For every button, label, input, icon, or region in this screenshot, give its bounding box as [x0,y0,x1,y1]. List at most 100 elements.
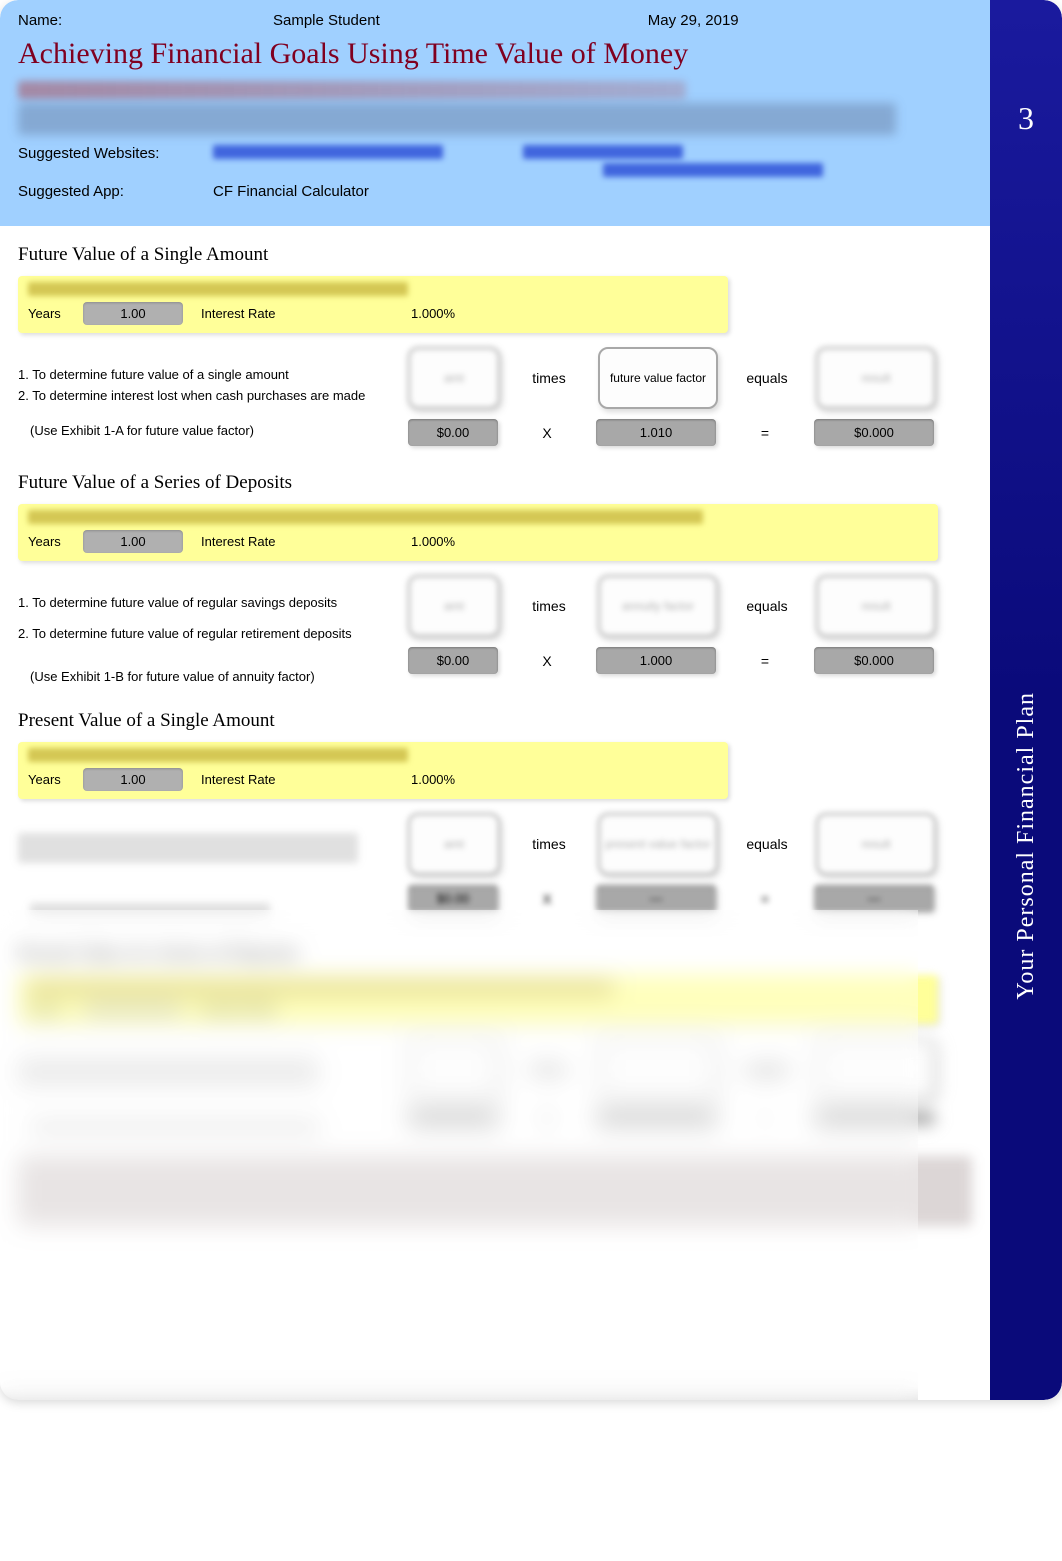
box-blurred [598,1038,718,1100]
result-box-blurred: result [816,575,936,637]
rate-label-blurred: Interest Rate [201,1001,311,1016]
calc-grid: amt times future value factor equals res… [408,347,972,446]
website-link-blurred[interactable] [523,145,683,159]
multiply-op: X [522,653,572,669]
strip-instruction-blurred [28,981,613,995]
times-label: times [524,598,574,614]
result-box-blurred: result [816,813,936,875]
amount-box-blurred: amt [408,575,500,637]
note-item: 2. To determine interest lost when cash … [18,388,388,403]
equals-label: equals [742,370,792,386]
bottom-shadow [0,1386,918,1400]
page-number: 3 [1018,100,1034,137]
rate-value: 1.000% [411,534,455,549]
calc-header-row: amt times present value factor equals re… [408,813,972,875]
section-fv-single: Future Value of a Single Amount Years 1.… [0,226,990,454]
amount-box-blurred: amt [408,813,500,875]
years-label: Years [28,772,83,787]
multiply-op: X [522,891,572,907]
amount-field[interactable]: $0.00 [408,647,498,674]
note-item: 1. To determine future value of a single… [18,367,388,382]
op-blurred: X [522,1110,572,1126]
op-blurred: equals [742,1061,792,1077]
equals-label: equals [742,836,792,852]
calc-grid: amt times present value factor equals re… [408,813,972,912]
input-strip: Years 1.00 Interest Rate 1.000% [18,276,728,333]
factor-field[interactable]: 1.000 [596,647,716,674]
suggested-app-row: Suggested App: CF Financial Calculator [18,183,972,200]
sidebar: 3 Your Personal Financial Plan [990,0,1062,1400]
factor-field-blurred: — [596,885,716,912]
section-title: Future Value of a Single Amount [18,244,972,266]
years-input[interactable]: 1.00 [83,530,183,553]
multiply-op: X [522,425,572,441]
exhibit-blurred [30,903,270,917]
equals-op: = [740,891,790,907]
sidebar-title: Your Personal Financial Plan [1013,692,1040,1000]
exhibit-note: (Use Exhibit 1-A for future value factor… [30,423,388,438]
years-label-blurred: Years [28,1001,83,1016]
field-blurred [814,1112,934,1124]
equals-label: equals [742,598,792,614]
years-label: Years [28,306,83,321]
strip-instruction-blurred [28,748,408,762]
suggested-websites-label: Suggested Websites: [18,145,213,162]
calc-header-row: amt times future value factor equals res… [408,347,972,409]
website-link-blurred[interactable] [603,163,823,177]
section-title: Future Value of a Series of Deposits [18,472,972,494]
website-link-blurred[interactable] [213,145,443,159]
calc-value-row-blurred: $0.00 X — = — [408,885,972,912]
factor-field[interactable]: 1.010 [596,419,716,446]
page-container: 3 Your Personal Financial Plan Name: Sam… [0,0,1062,1400]
calc-notes: 1. To determine future value of regular … [18,575,388,684]
section-title: Present Value of a Series of Deposits [18,943,972,965]
document-title: Achieving Financial Goals Using Time Val… [18,37,972,71]
strip-instruction-blurred [28,282,408,296]
document-date: May 29, 2019 [648,12,739,29]
years-input-blurred [83,1005,183,1013]
equals-op: = [740,653,790,669]
instructions-blurred [18,103,896,135]
content-area: Name: Sample Student May 29, 2019 Achiev… [0,0,990,1400]
student-name: Sample Student [273,12,380,29]
exhibit-note: (Use Exhibit 1-B for future value of ann… [30,669,388,684]
input-strip: Years 1.00 Interest Rate 1.000% [18,742,728,799]
rate-value: 1.000% [411,306,455,321]
box-blurred [408,1038,500,1100]
years-input[interactable]: 1.00 [83,768,183,791]
factor-box-blurred: present value factor [598,813,718,875]
name-label: Name: [18,12,78,29]
suggested-links-group [213,145,823,177]
calc-notes-blurred [18,813,388,917]
suggested-websites-row: Suggested Websites: [18,145,972,177]
calc-notes-blurred [18,1038,388,1134]
result-field: $0.000 [814,647,934,674]
field-blurred [596,1112,716,1124]
result-field: $0.000 [814,419,934,446]
result-field-blurred: — [814,885,934,912]
section-title: Present Value of a Single Amount [18,710,972,732]
years-input[interactable]: 1.00 [83,302,183,325]
years-label: Years [28,534,83,549]
suggested-app-label: Suggested App: [18,183,213,200]
suggested-app-value: CF Financial Calculator [213,183,369,200]
input-strip-blurred: Years Interest Rate [18,975,938,1024]
calc-grid-blurred: times equals X = [408,1038,972,1126]
note-item: 2. To determine future value of regular … [18,626,388,641]
factor-label-box: future value factor [598,347,718,409]
equals-op: = [740,425,790,441]
note-blurred [18,833,358,863]
calc-value-row: $0.00 X 1.010 = $0.000 [408,419,972,446]
calc-value-row: $0.00 X 1.000 = $0.000 [408,647,972,674]
amount-field[interactable]: $0.00 [408,419,498,446]
calc-header-row: amt times annuity factor equals result [408,575,972,637]
note-item: 1. To determine future value of regular … [18,595,388,610]
rate-label: Interest Rate [201,534,311,549]
result-box-blurred: result [816,347,936,409]
op-blurred: times [524,1061,574,1077]
calc-grid: amt times annuity factor equals result $… [408,575,972,674]
strip-instruction-blurred [28,510,703,524]
header-band: Name: Sample Student May 29, 2019 Achiev… [0,0,990,226]
amount-box-blurred: amt [408,347,500,409]
times-label: times [524,370,574,386]
